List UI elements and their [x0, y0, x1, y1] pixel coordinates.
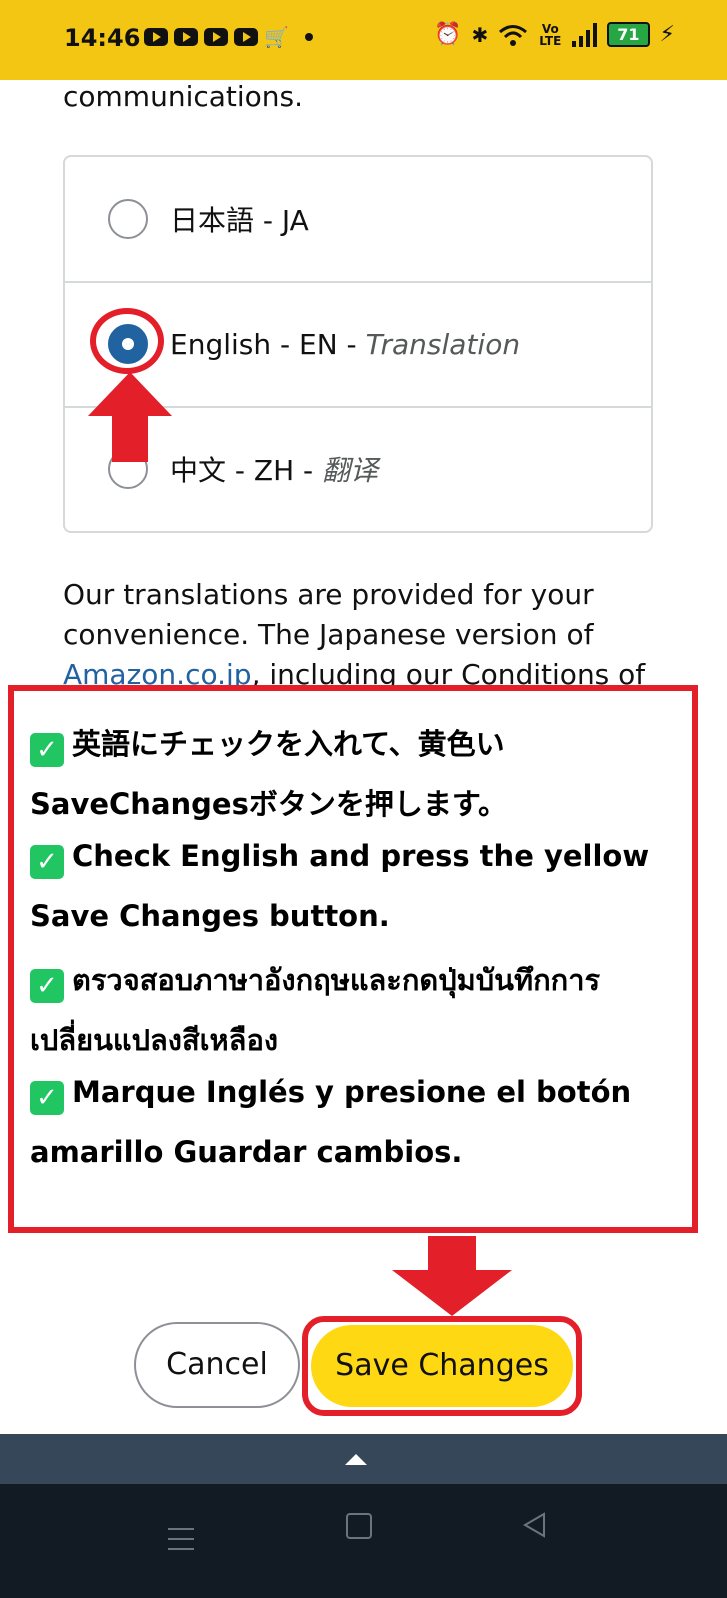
- alarm-icon: ⏰: [434, 22, 462, 47]
- back-icon[interactable]: [520, 1510, 550, 1540]
- language-label-en: English - EN - Translation: [170, 327, 521, 361]
- wifi-icon: [499, 24, 528, 46]
- menu-icon[interactable]: [168, 1528, 194, 1558]
- signal-icon: [572, 22, 598, 47]
- radio-ja[interactable]: [108, 199, 148, 239]
- youtube-icon: [234, 28, 258, 46]
- bluetooth-icon: ✱: [471, 22, 489, 47]
- instruction-line: SaveChangesボタンを押します。: [30, 787, 507, 821]
- cancel-button[interactable]: Cancel: [134, 1322, 300, 1408]
- more-notifications-dot-icon: [304, 33, 313, 41]
- language-option-ja[interactable]: 日本語 - JA: [65, 157, 651, 283]
- youtube-icon: [204, 28, 228, 46]
- instruction-line: ✓ ตรวจสอบภาษาอังกฤษและกดปุ่มบันทึกการ: [30, 957, 600, 1003]
- translation-note: Our translations are provided for your c…: [63, 578, 646, 691]
- arrow-down-icon: [392, 1236, 512, 1316]
- youtube-icon: [174, 28, 198, 46]
- instruction-line: ✓ Marque Inglés y presione el botón: [30, 1075, 631, 1115]
- instruction-line: เปลี่ยนแปลงสีเหลือง: [30, 1023, 279, 1057]
- system-icons: ⏰ ✱ Vo LTE 71 ⚡: [434, 22, 675, 47]
- language-label-ja: 日本語 - JA: [170, 204, 309, 237]
- cart-icon: 🛒: [264, 25, 289, 49]
- checkmark-icon: ✓: [30, 845, 64, 879]
- instruction-line: amarillo Guardar cambios.: [30, 1135, 463, 1169]
- instruction-line: ✓ 英語にチェックを入れて、黄色い: [30, 721, 505, 767]
- language-label-zh: 中文 - ZH - 翻译: [170, 454, 379, 487]
- checkmark-icon: ✓: [30, 733, 64, 767]
- highlight-ring-save: [302, 1316, 582, 1416]
- caret-up-icon[interactable]: [345, 1454, 367, 1465]
- checkmark-icon: ✓: [30, 1081, 64, 1115]
- status-time: 14:46: [64, 24, 141, 52]
- home-icon[interactable]: [346, 1513, 372, 1539]
- charging-icon: ⚡: [659, 22, 675, 47]
- volte-label: Vo LTE: [539, 21, 562, 48]
- arrow-up-icon: [88, 372, 172, 462]
- notification-icons: 🛒: [144, 25, 313, 49]
- instruction-box: ✓ 英語にチェックを入れて、黄色い SaveChangesボタンを押します。 ✓ C…: [8, 685, 698, 1233]
- instruction-line: ✓ Check English and press the yellow: [30, 839, 649, 879]
- checkmark-icon: ✓: [30, 969, 64, 1003]
- status-bar: 14:46 🛒 ⏰ ✱ Vo LTE 71 ⚡: [0, 0, 727, 80]
- youtube-icon: [144, 28, 168, 46]
- intro-text: communications.: [63, 80, 304, 113]
- highlight-ring-english: [90, 308, 164, 374]
- system-nav-bar: [0, 1484, 727, 1598]
- instruction-line: Save Changes button.: [30, 899, 390, 933]
- battery-level: 71: [607, 22, 650, 47]
